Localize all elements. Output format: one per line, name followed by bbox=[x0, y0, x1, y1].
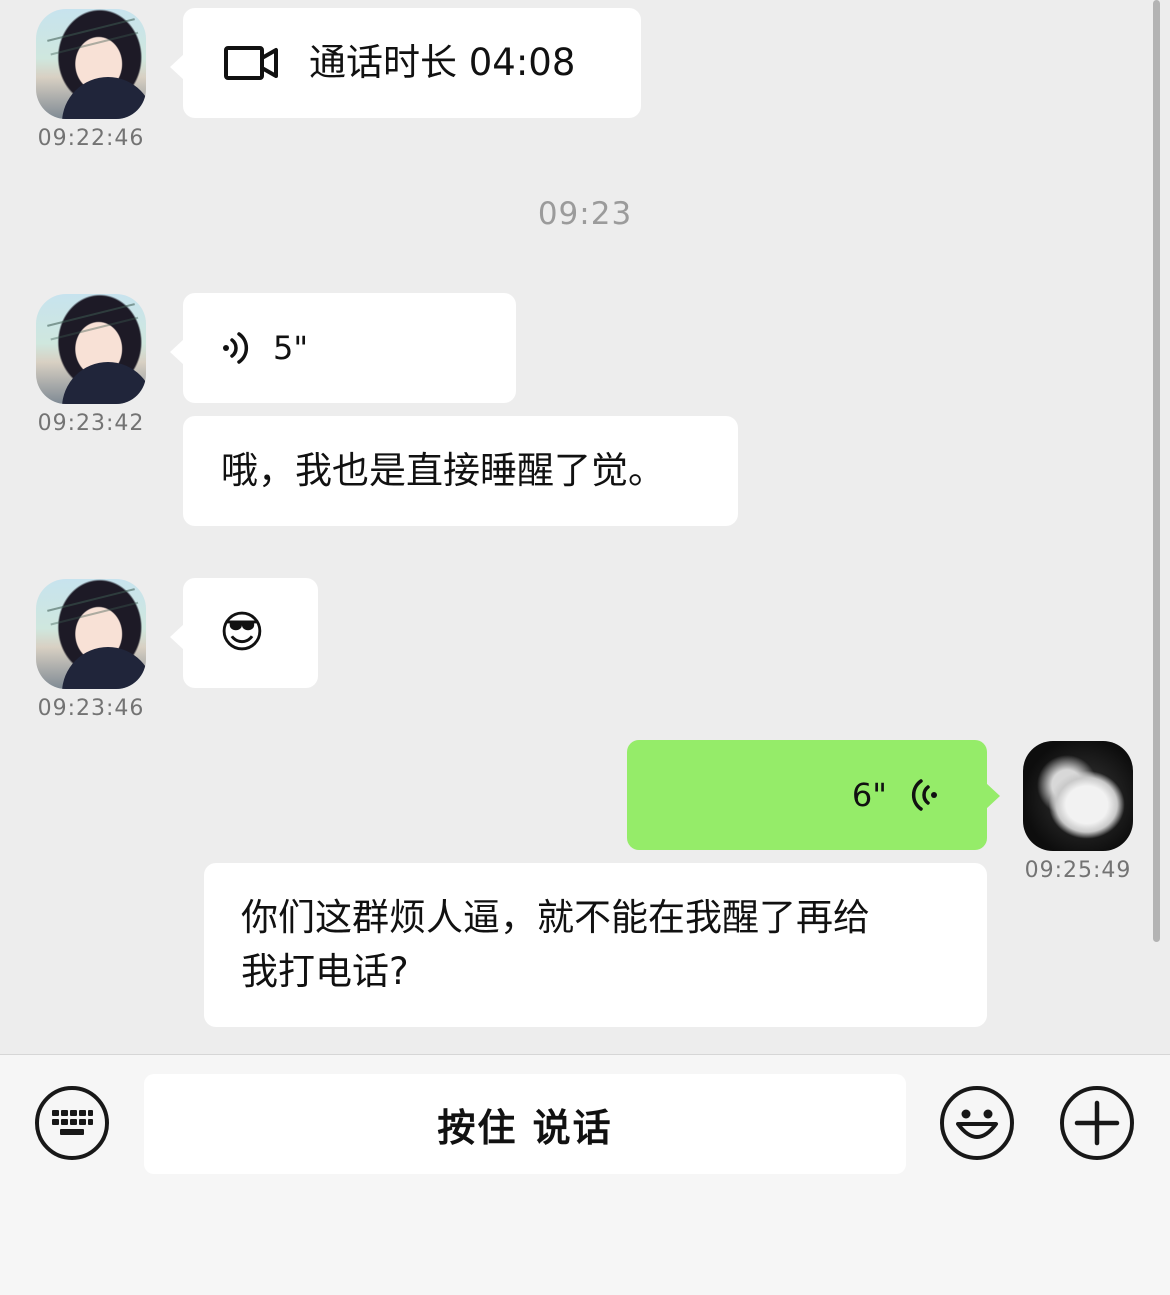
scrollbar[interactable] bbox=[1153, 0, 1160, 942]
message-text: 哦，我也是直接睡醒了觉。 bbox=[221, 449, 665, 492]
voice-message-bubble[interactable]: 5" bbox=[170, 293, 516, 403]
video-camera-icon bbox=[223, 45, 279, 81]
my-avatar[interactable] bbox=[1023, 741, 1133, 851]
call-duration-text: 通话时长 04:08 bbox=[309, 41, 576, 84]
contact-avatar[interactable] bbox=[36, 294, 146, 404]
message-timestamp: 09:22:46 bbox=[37, 126, 145, 151]
keyboard-icon[interactable] bbox=[35, 1086, 109, 1160]
contact-avatar[interactable] bbox=[36, 9, 146, 119]
message-text-line: 你们这群烦人逼，就不能在我醒了再给 bbox=[241, 896, 870, 939]
time-divider: 09:23 bbox=[537, 196, 633, 232]
message-timestamp: 09:23:46 bbox=[37, 696, 145, 721]
message-timestamp: 09:25:49 bbox=[1024, 858, 1132, 883]
voice-duration: 5" bbox=[273, 329, 309, 367]
chat-area[interactable]: 09:22:46 通话时长 04:08 09:23 09:23:42 5" 哦，… bbox=[0, 0, 1170, 1054]
voice-duration: 6" bbox=[851, 776, 887, 814]
video-call-bubble[interactable]: 通话时长 04:08 bbox=[170, 8, 641, 118]
hold-to-talk-button[interactable]: 按住 说话 bbox=[144, 1074, 906, 1174]
contact-avatar[interactable] bbox=[36, 579, 146, 689]
emoji-icon[interactable] bbox=[940, 1086, 1014, 1160]
input-bar: 按住 说话 bbox=[0, 1054, 1170, 1295]
message-timestamp: 09:23:42 bbox=[37, 411, 145, 436]
voice-wave-icon bbox=[221, 330, 251, 366]
my-voice-message-bubble[interactable]: 6" bbox=[627, 740, 1000, 850]
voice-wave-icon bbox=[909, 777, 939, 813]
emoji-message-bubble[interactable]: 😎 bbox=[170, 578, 318, 688]
quoted-text-bubble[interactable]: 你们这群烦人逼，就不能在我醒了再给 我打电话? bbox=[204, 863, 987, 1027]
message-text-line: 我打电话? bbox=[241, 950, 409, 993]
plus-icon[interactable] bbox=[1060, 1086, 1134, 1160]
text-message-bubble[interactable]: 哦，我也是直接睡醒了觉。 bbox=[183, 416, 738, 526]
sunglasses-emoji-icon: 😎 bbox=[219, 607, 265, 658]
